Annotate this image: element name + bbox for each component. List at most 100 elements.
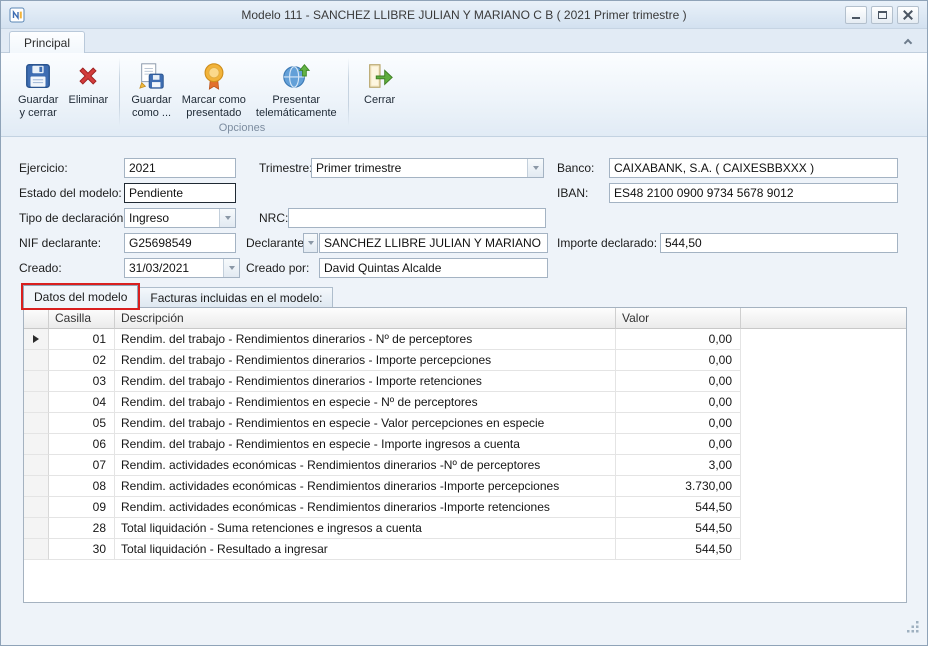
tab-datos-del-modelo[interactable]: Datos del modelo xyxy=(20,283,141,310)
row-indicator-cell xyxy=(24,392,49,413)
row-indicator-cell xyxy=(24,518,49,539)
table-row[interactable]: 07 Rendim. actividades económicas - Rend… xyxy=(24,455,906,476)
tab-facturas-incluidas[interactable]: Facturas incluidas en el modelo: xyxy=(139,287,334,308)
save-as-icon xyxy=(137,60,167,92)
ejercicio-field[interactable] xyxy=(124,158,236,178)
nrc-field[interactable] xyxy=(288,208,546,228)
form-area: Ejercicio: Trimestre: Banco: Estado del … xyxy=(1,137,927,645)
table-row[interactable]: 02 Rendim. del trabajo - Rendimientos di… xyxy=(24,350,906,371)
table-row[interactable]: 09 Rendim. actividades económicas - Rend… xyxy=(24,497,906,518)
cell-valor: 3.730,00 xyxy=(616,476,741,497)
estado-label: Estado del modelo: xyxy=(19,186,122,200)
present-online-button[interactable]: Presentar telemáticamente xyxy=(251,55,342,121)
tab-principal[interactable]: Principal xyxy=(9,31,86,53)
grid-header-valor[interactable]: Valor xyxy=(616,308,741,329)
cell-filler xyxy=(741,392,906,413)
ejercicio-label: Ejercicio: xyxy=(19,161,68,175)
tab-label: Datos del modelo xyxy=(34,290,128,304)
cell-valor: 0,00 xyxy=(616,413,741,434)
window-controls xyxy=(845,6,919,24)
cell-descripcion: Total liquidación - Suma retenciones e i… xyxy=(115,518,616,539)
table-row[interactable]: 08 Rendim. actividades económicas - Rend… xyxy=(24,476,906,497)
delete-icon xyxy=(73,60,103,92)
row-indicator-cell xyxy=(24,434,49,455)
chevron-up-icon xyxy=(903,38,913,48)
creado-por-field[interactable] xyxy=(319,258,548,278)
cell-filler xyxy=(741,497,906,518)
grid-panel: Casilla Descripción Valor 01 Rendim. del… xyxy=(23,307,907,603)
creado-field[interactable] xyxy=(125,259,223,277)
declarante-label: Declarante: xyxy=(246,236,308,250)
table-row[interactable]: 05 Rendim. del trabajo - Rendimientos en… xyxy=(24,413,906,434)
app-icon xyxy=(9,7,25,23)
cell-filler xyxy=(741,434,906,455)
window-title: Modelo 111 - SANCHEZ LLIBRE JULIAN Y MAR… xyxy=(241,8,687,22)
tipo-declaracion-combobox[interactable] xyxy=(124,208,236,228)
nrc-label: NRC: xyxy=(259,211,289,225)
resize-grip[interactable] xyxy=(906,620,920,639)
cell-valor: 0,00 xyxy=(616,392,741,413)
app-window: Modelo 111 - SANCHEZ LLIBRE JULIAN Y MAR… xyxy=(0,0,928,646)
grid-header-casilla[interactable]: Casilla xyxy=(49,308,126,329)
ribbon-toolbar: Guardar y cerrar Eliminar Guardar como ...… xyxy=(1,53,927,137)
row-indicator-cell xyxy=(24,539,49,560)
cell-filler xyxy=(741,413,906,434)
nif-declarante-field[interactable] xyxy=(124,233,236,253)
table-row[interactable]: 06 Rendim. del trabajo - Rendimientos en… xyxy=(24,434,906,455)
creado-datepicker[interactable] xyxy=(124,258,240,278)
tipo-dropdown-button[interactable] xyxy=(219,209,235,227)
minimize-button[interactable] xyxy=(845,6,867,24)
cell-filler xyxy=(741,518,906,539)
cell-filler xyxy=(741,476,906,497)
creado-por-label: Creado por: xyxy=(246,261,310,275)
declarante-field[interactable] xyxy=(319,233,548,253)
trimestre-dropdown-button[interactable] xyxy=(527,159,543,177)
tipo-declaracion-field[interactable] xyxy=(125,209,219,227)
importe-declarado-field[interactable] xyxy=(660,233,898,253)
chevron-down-icon xyxy=(307,241,314,245)
save-and-close-button[interactable]: Guardar y cerrar xyxy=(13,55,63,121)
trimestre-combobox[interactable] xyxy=(311,158,544,178)
cell-valor: 544,50 xyxy=(616,539,741,560)
trimestre-field[interactable] xyxy=(312,159,527,177)
cell-valor: 0,00 xyxy=(616,434,741,455)
delete-button[interactable]: Eliminar xyxy=(63,55,113,108)
close-button[interactable] xyxy=(897,6,919,24)
save-as-button[interactable]: Guardar como ... xyxy=(126,55,176,121)
header-label: Valor xyxy=(622,311,650,325)
cell-casilla: 09 xyxy=(49,497,115,518)
tipo-declaracion-label: Tipo de declaración: xyxy=(19,211,127,225)
ribbon-group-caption: Opciones xyxy=(218,122,266,134)
creado-dropdown-button[interactable] xyxy=(223,259,239,277)
cell-filler xyxy=(741,350,906,371)
ribbon-collapse-button[interactable] xyxy=(899,34,917,49)
declarante-dropdown-button[interactable] xyxy=(303,233,318,253)
close-form-button[interactable]: Cerrar xyxy=(355,55,405,108)
header-label: Descripción xyxy=(121,311,184,325)
button-label: Guardar como ... xyxy=(131,94,172,119)
trimestre-label: Trimestre: xyxy=(259,161,313,175)
badge-icon xyxy=(199,60,229,92)
iban-field[interactable] xyxy=(609,183,898,203)
table-row[interactable]: 01 Rendim. del trabajo - Rendimientos di… xyxy=(24,329,906,350)
cell-casilla: 07 xyxy=(49,455,115,476)
grid-indicator-header xyxy=(24,308,49,329)
cell-descripcion: Rendim. del trabajo - Rendimientos en es… xyxy=(115,434,616,455)
table-row[interactable]: 03 Rendim. del trabajo - Rendimientos di… xyxy=(24,371,906,392)
grid-header-filler xyxy=(741,308,906,329)
row-indicator-cell xyxy=(24,371,49,392)
importe-declarado-label: Importe declarado: xyxy=(557,236,658,250)
table-row[interactable]: 04 Rendim. del trabajo - Rendimientos en… xyxy=(24,392,906,413)
banco-field[interactable] xyxy=(609,158,898,178)
cell-casilla: 02 xyxy=(49,350,115,371)
table-row[interactable]: 30 Total liquidación - Resultado a ingre… xyxy=(24,539,906,560)
mark-presented-button[interactable]: Marcar como presentado xyxy=(177,55,251,121)
cell-valor: 0,00 xyxy=(616,329,741,350)
titlebar: Modelo 111 - SANCHEZ LLIBRE JULIAN Y MAR… xyxy=(1,1,927,29)
table-row[interactable]: 28 Total liquidación - Suma retenciones … xyxy=(24,518,906,539)
cell-valor: 0,00 xyxy=(616,371,741,392)
restore-button[interactable] xyxy=(871,6,893,24)
creado-label: Creado: xyxy=(19,261,62,275)
estado-field[interactable] xyxy=(124,183,236,203)
grid-header-descripcion[interactable]: Descripción xyxy=(115,308,616,329)
